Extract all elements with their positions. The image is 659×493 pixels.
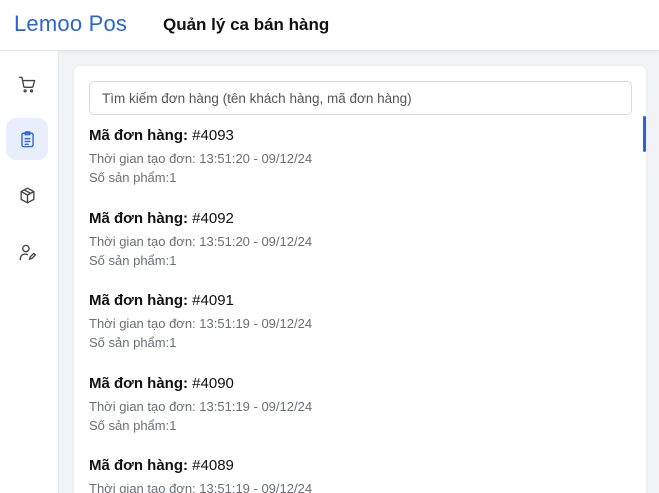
order-time: 13:51:19 - 09/12/24	[199, 481, 313, 493]
order-item[interactable]: Mã đơn hàng: #4090 Thời gian tạo đơn: 13…	[89, 375, 609, 435]
sidebar	[0, 51, 59, 493]
sidebar-item-customers[interactable]	[6, 231, 48, 273]
order-time-label: Thời gian tạo đơn:	[89, 481, 196, 493]
order-time: 13:51:19 - 09/12/24	[199, 316, 313, 331]
box-icon	[19, 187, 35, 203]
order-item[interactable]: Mã đơn hàng: #4089 Thời gian tạo đơn: 13…	[89, 457, 609, 493]
order-count-label: Số sản phẩm:	[89, 418, 170, 433]
order-time: 13:51:19 - 09/12/24	[199, 399, 313, 414]
order-code: #4089	[192, 457, 234, 474]
order-time: 13:51:20 - 09/12/24	[199, 234, 313, 249]
cart-icon	[18, 76, 35, 92]
order-count: 1	[169, 253, 177, 268]
order-count: 1	[169, 418, 177, 433]
top-bar: Lemoo Pos Quản lý ca bán hàng	[0, 0, 659, 51]
sidebar-item-products[interactable]	[6, 174, 48, 216]
order-item[interactable]: Mã đơn hàng: #4093 Thời gian tạo đơn: 13…	[89, 127, 609, 187]
brand-logo[interactable]: Lemoo Pos	[14, 11, 127, 37]
order-count-label: Số sản phẩm:	[89, 253, 170, 268]
order-code-label: Mã đơn hàng:	[89, 210, 188, 227]
order-time-label: Thời gian tạo đơn:	[89, 234, 196, 249]
scrollbar-thumb[interactable]	[643, 116, 646, 152]
order-count-label: Số sản phẩm:	[89, 335, 170, 350]
order-item[interactable]: Mã đơn hàng: #4091 Thời gian tạo đơn: 13…	[89, 292, 609, 352]
order-count: 1	[169, 335, 177, 350]
orders-panel: Mã đơn hàng: #4093 Thời gian tạo đơn: 13…	[74, 66, 646, 493]
order-code: #4092	[192, 210, 234, 227]
order-count: 1	[169, 170, 177, 185]
order-code-label: Mã đơn hàng:	[89, 292, 188, 309]
order-time-label: Thời gian tạo đơn:	[89, 399, 196, 414]
order-time-label: Thời gian tạo đơn:	[89, 316, 196, 331]
clipboard-icon	[20, 130, 34, 147]
order-count-label: Số sản phẩm:	[89, 170, 170, 185]
page-title: Quản lý ca bán hàng	[163, 15, 330, 34]
order-code: #4090	[192, 375, 234, 392]
order-code-label: Mã đơn hàng:	[89, 127, 188, 144]
order-time-label: Thời gian tạo đơn:	[89, 151, 196, 166]
order-time: 13:51:20 - 09/12/24	[199, 151, 313, 166]
order-code: #4091	[192, 292, 234, 309]
user-edit-icon	[19, 244, 36, 260]
order-item[interactable]: Mã đơn hàng: #4092 Thời gian tạo đơn: 13…	[89, 210, 609, 270]
order-code-label: Mã đơn hàng:	[89, 375, 188, 392]
order-code-label: Mã đơn hàng:	[89, 457, 188, 474]
order-code: #4093	[192, 127, 234, 144]
sidebar-item-orders[interactable]	[6, 118, 48, 160]
search-input[interactable]	[89, 81, 632, 115]
sidebar-item-sales[interactable]	[6, 63, 48, 105]
